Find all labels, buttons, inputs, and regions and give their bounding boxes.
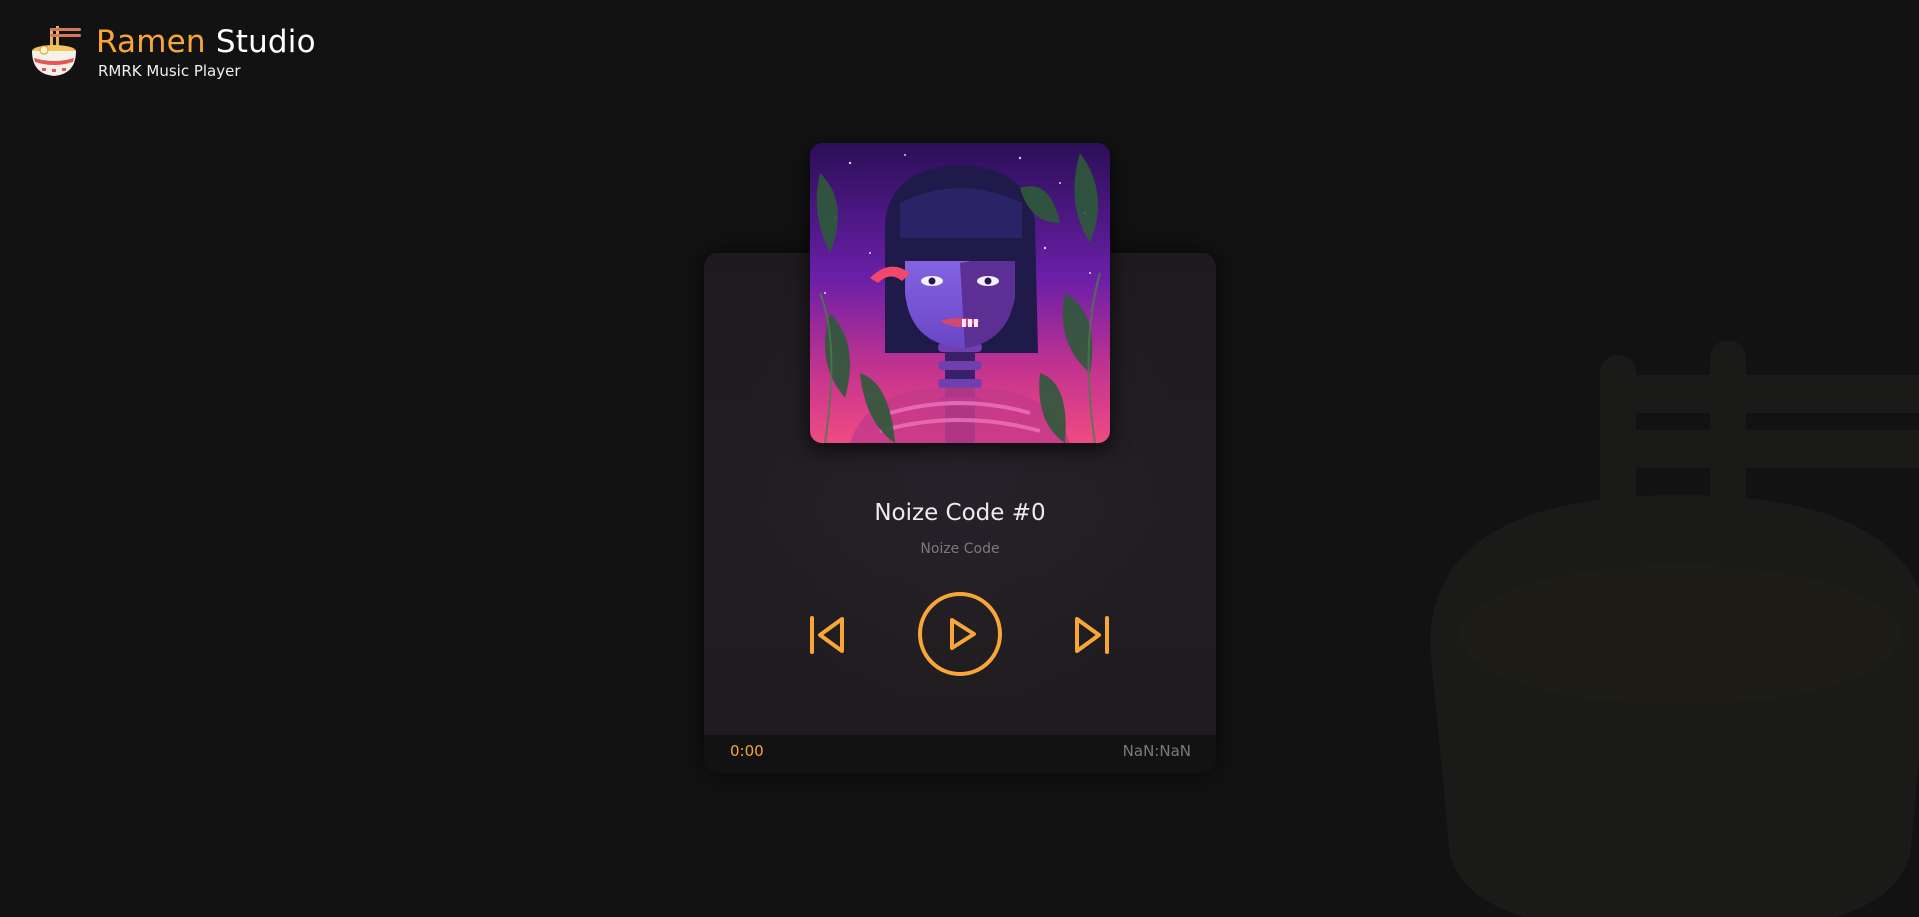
track-title: Noize Code #0 (874, 500, 1046, 526)
ramen-bowl-icon (32, 26, 81, 76)
play-icon (918, 592, 1002, 676)
skip-previous-icon (810, 616, 844, 654)
next-button[interactable] (1071, 614, 1111, 656)
play-button[interactable] (917, 591, 1003, 677)
brand-title: Ramen Studio (96, 25, 316, 59)
album-art-illustration (810, 143, 1110, 443)
album-art (810, 143, 1110, 443)
brand: Ramen Studio RMRK Music Player (96, 25, 316, 80)
track-artist: Noize Code (920, 541, 1000, 557)
current-time: 0:00 (730, 742, 764, 760)
previous-button[interactable] (808, 614, 848, 656)
brand-title-accent: Ramen (96, 23, 206, 60)
background-ramen-bowl-icon (1430, 340, 1919, 917)
app-header: Ramen Studio RMRK Music Player (30, 22, 316, 82)
brand-title-main: Studio (215, 23, 316, 60)
page: Ramen Studio RMRK Music Player Noize Cod… (0, 0, 1919, 917)
brand-subtitle: RMRK Music Player (98, 61, 241, 80)
total-time: NaN:NaN (1122, 742, 1191, 760)
skip-next-icon (1075, 616, 1109, 654)
playback-controls (704, 590, 1216, 680)
